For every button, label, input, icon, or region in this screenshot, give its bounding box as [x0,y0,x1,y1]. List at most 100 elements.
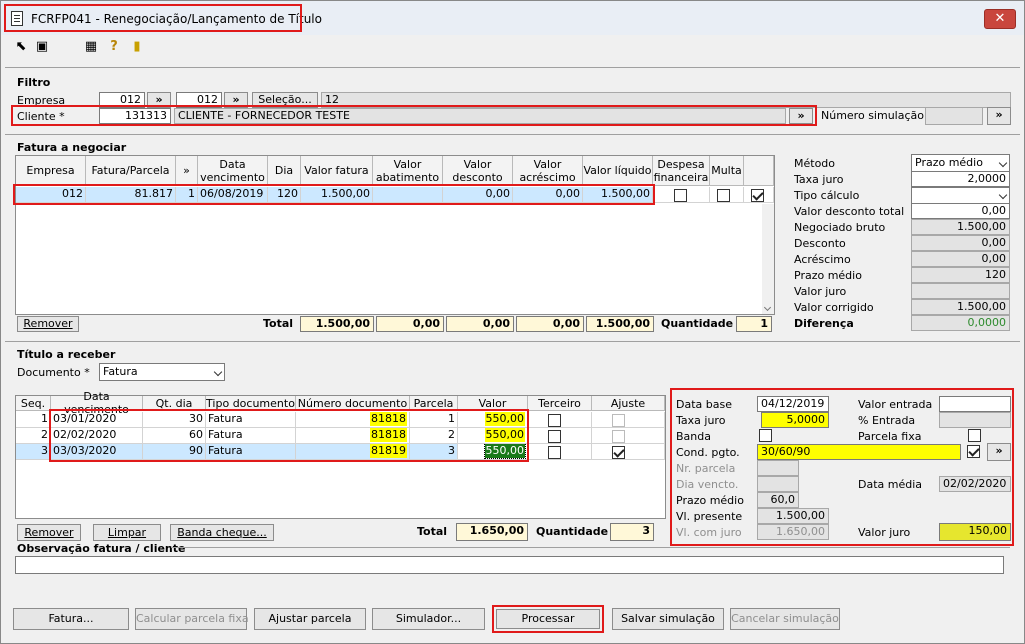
terceiro-checkbox[interactable] [548,446,561,459]
observacao-field[interactable] [15,556,1004,574]
taxa-juro-field[interactable]: 2,0000 [911,171,1010,187]
copy-window-icon[interactable]: ▣ [34,39,50,55]
help-icon[interactable]: ? [106,39,122,55]
calc-valor-juro-field: 150,00 [939,523,1011,541]
diferenca-label: Diferença [794,317,854,330]
row-select-checkbox[interactable] [751,189,764,202]
ajuste-checkbox[interactable] [612,446,625,459]
simulador-button[interactable]: Simulador... [372,608,485,630]
tipo-calculo-select[interactable] [911,187,1010,204]
documento-label: Documento * [17,366,90,379]
cursor-arrow-icon[interactable]: ⬉ [13,39,29,55]
banda-cheque-button[interactable]: Banda cheque... [170,524,274,541]
metodo-select[interactable]: Prazo médio [911,154,1010,172]
col-valor-liquido[interactable]: Valor líquido [583,156,653,186]
col-check[interactable] [744,156,774,186]
title-highlight [4,4,302,32]
salvar-simulacao-button[interactable]: Salvar simulação [612,608,724,630]
col-seq[interactable]: Seq. [16,396,51,411]
col-valor-acrescimo[interactable]: Valor acréscimo [513,156,583,186]
banda-checkbox[interactable] [759,429,772,442]
data-media-field: 02/02/2020 [939,476,1011,492]
banda-label: Banda [676,430,711,443]
metodo-value: Prazo médio [915,156,983,169]
ajustar-parcela-button[interactable]: Ajustar parcela [254,608,366,630]
col-data-vencimento[interactable]: Data vencimento [198,156,268,186]
col-ajuste[interactable]: Ajuste [592,396,665,411]
total-desconto-abatimento: 0,00 [376,316,444,332]
terceiro-checkbox[interactable] [548,430,561,443]
dia-vencto-field [757,476,799,492]
multa-checkbox[interactable] [717,189,730,202]
numero-simulacao-label: Número simulação [821,109,924,122]
col-multa[interactable]: Multa [710,156,744,186]
pct-entrada-field [939,412,1011,428]
col-fatura-parcela[interactable]: Fatura/Parcela [86,156,176,186]
col-empresa[interactable]: Empresa [16,156,86,186]
cell-ajuste [592,428,665,444]
col-despesa-financeira[interactable]: Despesa financeira [653,156,710,186]
limpar-button[interactable]: Limpar [93,524,161,541]
titulo-total-value: 1.650,00 [456,523,528,541]
prazo-medio-label: Prazo médio [794,269,862,282]
total-valor-liquido: 1.500,00 [586,316,654,332]
cond-pgto-checkbox[interactable] [967,445,980,458]
calcular-parcela-fixa-button[interactable]: Calcular parcela fixa [135,608,249,630]
toolbar-divider [5,67,1020,68]
negociado-bruto-field: 1.500,00 [911,219,1010,235]
col-valor-desconto[interactable]: Valor desconto [443,156,513,186]
grid-icon[interactable]: ▦ [83,39,99,55]
exit-door-icon[interactable]: ▮ [129,39,145,55]
cell-seq: 2 [16,428,51,444]
data-base-field[interactable]: 04/12/2019 [757,396,829,412]
cancelar-simulacao-button[interactable]: Cancelar simulação [730,608,840,630]
limpar-label: Limpar [107,526,147,539]
titulo-quantidade-value: 3 [610,523,654,541]
pct-entrada-label: % Entrada [858,414,916,427]
numero-simulacao-field[interactable] [925,107,983,125]
col-dia[interactable]: Dia [268,156,301,186]
cond-pgto-lookup-button[interactable]: » [987,443,1011,461]
close-button[interactable]: ✕ [984,9,1016,29]
fatura-quantidade-label: Quantidade [661,317,734,330]
cell-seq: 1 [16,412,51,428]
col-valor-abatimento[interactable]: Valor abatimento [373,156,443,186]
numero-simulacao-lookup-button[interactable]: » [987,107,1011,125]
col-parcela[interactable]: » [176,156,198,186]
fatura-remover-label: Remover [23,317,73,330]
fatura-remover-button[interactable]: Remover [17,316,79,332]
data-base-label: Data base [676,398,732,411]
valor-corrigido-label: Valor corrigido [794,301,874,314]
fatura-legend: Fatura a negociar [17,141,127,154]
valor-juro-field [911,283,1010,299]
cond-pgto-field[interactable]: 30/60/90 [757,444,961,460]
total-valor-acrescimo: 0,00 [516,316,584,332]
fatura-button[interactable]: Fatura... [13,608,129,630]
fatura-quantidade-value: 1 [736,316,772,332]
cell-seq: 3 [16,444,51,460]
valor-desc-total-field[interactable]: 0,00 [911,203,1010,219]
terceiro-checkbox[interactable] [548,414,561,427]
calc-taxa-juro-field[interactable]: 5,0000 [761,412,829,428]
cell-ajuste [592,444,665,460]
col-terceiro[interactable]: Terceiro [528,396,592,411]
filtro-legend: Filtro [17,76,51,89]
tipo-calculo-label: Tipo cálculo [794,189,860,202]
nr-parcela-label: Nr. parcela [676,462,736,475]
titulo-remover-button[interactable]: Remover [17,524,81,541]
processar-highlight [492,605,604,633]
valor-entrada-field[interactable] [939,396,1011,412]
parcela-fixa-checkbox[interactable] [968,429,981,442]
despesa-checkbox[interactable] [674,189,687,202]
fatura-total-label: Total [263,317,294,330]
total-valor-desconto: 0,00 [446,316,514,332]
metodo-label: Método [794,157,836,170]
cond-pgto-label: Cond. pgto. [676,446,740,459]
nr-parcela-field [757,460,799,476]
chevron-down-icon [213,367,223,377]
chevron-down-icon [998,190,1008,200]
prazo-medio-field: 120 [911,267,1010,283]
documento-select[interactable]: Fatura [99,363,225,381]
fatura-scrollbar[interactable] [762,204,774,314]
col-valor-fatura[interactable]: Valor fatura [301,156,373,186]
